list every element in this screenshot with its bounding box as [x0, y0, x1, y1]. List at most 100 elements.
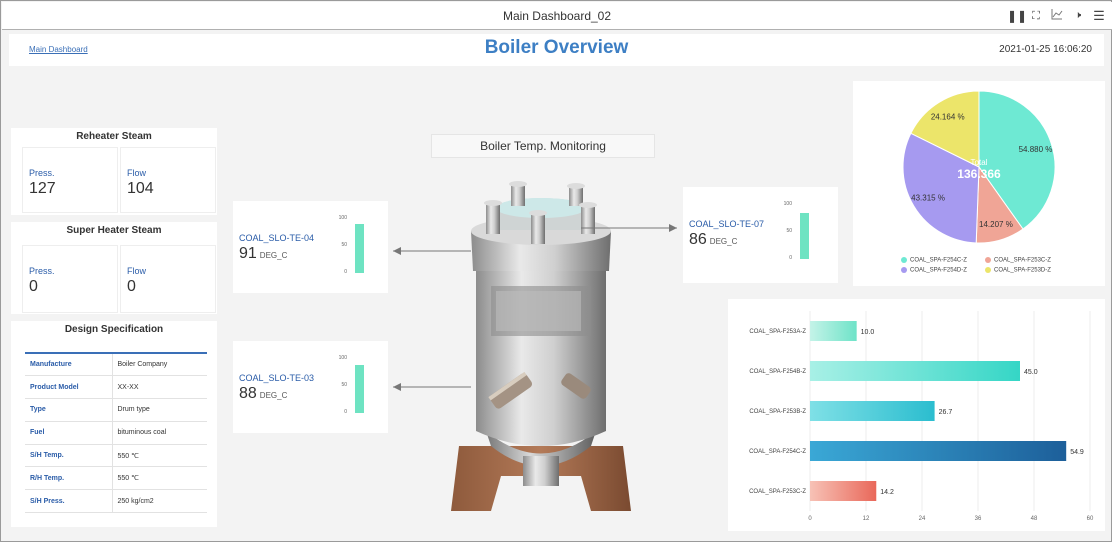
reheater-flow-box: Flow 104	[121, 148, 215, 212]
bar[interactable]	[810, 401, 935, 421]
spec-value: XX-XX	[112, 375, 207, 400]
bar-category-label: COAL_SPA-F253B-Z	[749, 409, 806, 415]
sensor-te03-value: 88	[239, 385, 257, 402]
reheater-steam-panel: Reheater Steam Press. 127 Flow 104	[11, 128, 217, 215]
pie-legend-item[interactable]: COAL_SPA-F254D-Z	[901, 267, 967, 274]
bar-x-tick-label: 48	[1031, 516, 1038, 522]
reheater-flow-label: Flow	[127, 168, 147, 178]
sensor-te07-level-bar	[800, 212, 809, 259]
spec-row: S/H Press. 250 kg/cm2	[25, 489, 207, 514]
superheater-flow-value: 0	[127, 278, 136, 295]
bar[interactable]	[810, 361, 1020, 381]
gauge-tick: 100	[338, 355, 347, 361]
bar-category-label: COAL_SPA-F254C-Z	[749, 449, 806, 455]
legend-swatch	[901, 267, 907, 273]
spec-row: Fuel bituminous coal	[25, 421, 207, 445]
legend-label: COAL_SPA-F253D-Z	[994, 267, 1051, 274]
dashboard-window: Main Dashboard_02 ❚❚ ⛶ 🕨︎ ☰ Main Dashboa…	[0, 0, 1112, 542]
legend-label: COAL_SPA-F254D-Z	[910, 267, 967, 274]
bar-value-label: 14.2	[880, 489, 894, 496]
sensor-te04-unit: DEG_C	[259, 251, 288, 260]
bar-x-tick-label: 0	[808, 516, 812, 522]
sensor-te07-reading: 86 DEG_C	[689, 231, 737, 249]
sensor-te04-reading: 91 DEG_C	[239, 245, 287, 263]
spec-row: Product Model XX-XX	[25, 375, 207, 400]
sensor-card-te04[interactable]: COAL_SLO-TE-04 91 DEG_C 100 50 0	[233, 201, 388, 293]
bar[interactable]	[810, 321, 857, 341]
reheater-flow-value: 104	[127, 180, 154, 197]
reheater-press-box: Press. 127	[23, 148, 117, 212]
gauge-tick: 0	[789, 255, 792, 261]
bar-category-label: COAL_SPA-F254B-Z	[749, 369, 806, 375]
reheater-press-value: 127	[29, 180, 56, 197]
page-title: Boiler Overview	[484, 37, 629, 58]
bar-chart: 0 12 24 36 48 60 COAL_SPA-F253A-Z 10.0 COAL_SPA-…	[749, 311, 1094, 522]
pie-slice-label: 43.315 %	[911, 193, 945, 202]
design-spec-table: Manufacture Boiler Company Product Model XX…	[25, 352, 207, 514]
spec-value: 550 ℃	[112, 444, 207, 468]
pie-slice-label: 54.880 %	[1019, 145, 1053, 154]
pie-center-label: Total	[971, 158, 988, 167]
spec-value: 550 ℃	[112, 466, 207, 491]
bar-x-tick-label: 60	[1087, 516, 1094, 522]
spec-value: 250 kg/cm2	[112, 489, 207, 514]
pause-icon[interactable]: ❚❚	[1007, 8, 1027, 24]
sensor-card-te03[interactable]: COAL_SLO-TE-03 88 DEG_C 100 50 0	[233, 341, 388, 433]
spec-key: Type	[25, 398, 113, 422]
spec-key: S/H Temp.	[25, 444, 113, 468]
pie-legend-item[interactable]: COAL_SPA-F254C-Z	[901, 257, 967, 264]
sensor-te07-value: 86	[689, 231, 707, 248]
sensor-te03-reading: 88 DEG_C	[239, 385, 287, 403]
gauge-tick: 50	[786, 228, 792, 234]
timestamp: 2021-01-25 16:06:20	[999, 44, 1092, 55]
bar-value-label: 54.9	[1070, 449, 1084, 456]
spec-value: bituminous coal	[112, 421, 207, 445]
sensor-te03-level-bar	[355, 365, 364, 413]
superheater-press-value: 0	[29, 278, 38, 295]
bar[interactable]	[810, 481, 877, 501]
design-spec-title: Design Specification	[64, 324, 164, 335]
chart-icon[interactable]	[1049, 8, 1065, 24]
pie-legend-item[interactable]: COAL_SPA-F253C-Z	[985, 257, 1051, 264]
reheater-press-label: Press.	[29, 168, 55, 178]
sensor-te04-value: 91	[239, 245, 257, 262]
sensor-te03-gauge: 100 50 0	[333, 355, 373, 417]
sensor-te03-unit: DEG_C	[259, 391, 288, 400]
spec-row: Type Drum type	[25, 398, 207, 422]
bar-value-label: 26.7	[939, 409, 953, 416]
gauge-tick: 100	[338, 215, 347, 221]
spec-key: Product Model	[25, 375, 113, 400]
bar[interactable]	[810, 441, 1067, 461]
superheater-press-label: Press.	[29, 266, 55, 276]
gauge-tick: 50	[341, 242, 347, 248]
legend-swatch	[985, 257, 991, 263]
bar-value-label: 10.0	[861, 329, 875, 336]
bar-category-label: COAL_SPA-F253C-Z	[749, 489, 806, 495]
window-title: Main Dashboard_02	[502, 9, 612, 23]
bar-x-tick-label: 36	[975, 516, 982, 522]
pie-center-value: 136.366	[957, 167, 1001, 181]
speaker-icon[interactable]: 🕨︎	[1070, 8, 1086, 24]
spec-key: Manufacture	[25, 352, 113, 377]
gauge-tick: 100	[783, 201, 792, 207]
gauge-tick: 0	[344, 409, 347, 415]
bar-chart-panel: 0 12 24 36 48 60 COAL_SPA-F253A-Z 10.0 COAL_SPA-…	[728, 299, 1105, 531]
pie-chart: 54.880 % 14.207 % 43.315 % 24.164 % Total136…	[902, 90, 1056, 244]
spec-key: R/H Temp.	[25, 466, 113, 491]
pie-legend-item[interactable]: COAL_SPA-F253D-Z	[985, 267, 1051, 274]
reheater-title: Reheater Steam	[76, 131, 152, 142]
bar-x-tick-label: 12	[863, 516, 870, 522]
bar-value-label: 45.0	[1024, 369, 1038, 376]
legend-swatch	[985, 267, 991, 273]
page-header: Main Dashboard Boiler Overview 2021-01-2…	[9, 34, 1104, 66]
sensor-card-te07[interactable]: COAL_SLO-TE-07 86 DEG_C 100 50 0	[683, 187, 838, 283]
superheater-flow-label: Flow	[127, 266, 147, 276]
bar-category-label: COAL_SPA-F253A-Z	[749, 329, 806, 335]
legend-label: COAL_SPA-F253C-Z	[994, 257, 1051, 264]
fullscreen-icon[interactable]: ⛶	[1028, 8, 1044, 24]
menu-icon[interactable]: ☰	[1091, 8, 1107, 24]
sensor-te04-name: COAL_SLO-TE-04	[239, 233, 315, 243]
legend-swatch	[901, 257, 907, 263]
legend-label: COAL_SPA-F254C-Z	[910, 257, 967, 264]
pie-slice-label: 24.164 %	[931, 113, 965, 122]
